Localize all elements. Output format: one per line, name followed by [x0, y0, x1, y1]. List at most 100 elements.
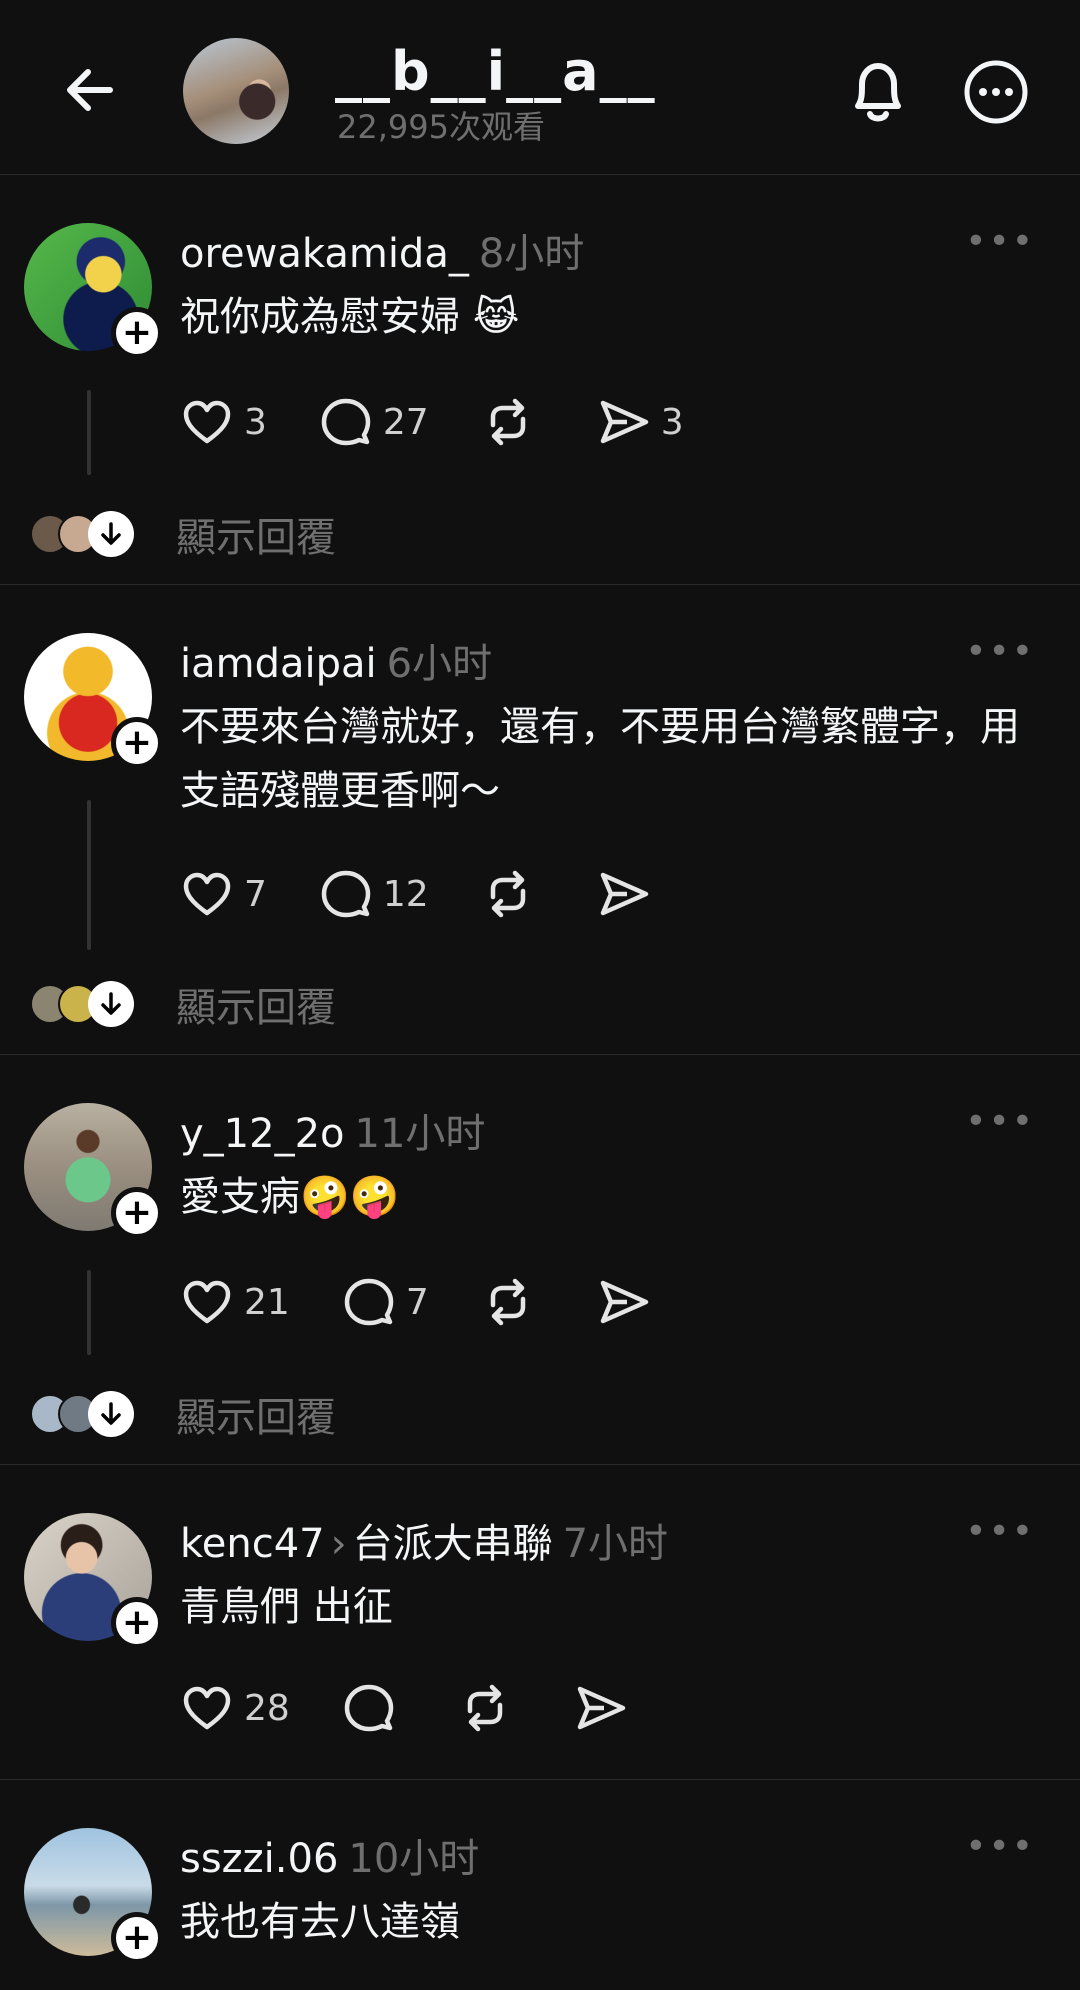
- like-button[interactable]: 21: [180, 1275, 290, 1329]
- more-options-button[interactable]: [962, 58, 1030, 126]
- repost-button[interactable]: [481, 867, 545, 921]
- repost-button[interactable]: [458, 1681, 522, 1735]
- expand-replies-button[interactable]: [88, 511, 134, 557]
- like-button[interactable]: 7: [180, 867, 267, 921]
- post-time: 8小时: [478, 231, 585, 277]
- arrow-down-icon: [101, 1402, 121, 1425]
- like-count: 28: [244, 1687, 290, 1729]
- post-item: + iamdaipai 6小时 ••• 不要來台灣就好，還有，不要用台灣繁體字，用…: [0, 585, 1080, 1055]
- share-button[interactable]: [597, 867, 661, 921]
- comment-icon: [321, 870, 371, 918]
- comment-button[interactable]: [342, 1681, 406, 1735]
- heart-icon: [183, 1280, 231, 1324]
- profile-header: __b__i__a__ 22,995次观看: [0, 0, 1080, 175]
- show-replies-label[interactable]: 顯示回覆: [176, 1385, 336, 1443]
- repost-icon: [490, 398, 525, 446]
- notification-button[interactable]: [846, 58, 910, 126]
- repost-icon: [490, 870, 525, 918]
- repost-icon: [467, 1684, 503, 1732]
- arrow-left-icon: [67, 69, 113, 111]
- post-text: 不要來台灣就好，還有，不要用台灣繁體字，用支語殘體更香啊～: [180, 704, 1020, 814]
- share-count: 3: [660, 401, 684, 443]
- post-time: 11小时: [354, 1111, 486, 1157]
- community-link[interactable]: 台派大串聯: [353, 1521, 553, 1567]
- comment-icon: [344, 1278, 394, 1326]
- comment-icon: [344, 1684, 394, 1732]
- repost-icon: [490, 1278, 525, 1326]
- view-count: 22,995次观看: [337, 108, 545, 146]
- chevron-right-icon: ›: [330, 1521, 347, 1567]
- follow-button[interactable]: +: [111, 717, 163, 769]
- username-link[interactable]: kenc47: [180, 1521, 325, 1567]
- comment-button[interactable]: 7: [342, 1275, 429, 1329]
- send-icon: [600, 872, 648, 916]
- post-time: 6小时: [386, 641, 493, 687]
- post-menu-button[interactable]: •••: [965, 221, 1035, 262]
- post-header: iamdaipai 6小时: [180, 631, 492, 689]
- like-count: 7: [244, 873, 267, 915]
- like-button[interactable]: 28: [180, 1681, 290, 1735]
- follow-button[interactable]: +: [111, 1187, 163, 1239]
- username-link[interactable]: sszzi.06: [180, 1836, 338, 1882]
- post-header: sszzi.06 10小时: [180, 1826, 479, 1884]
- post-text: 青鳥們 出征: [180, 1584, 393, 1630]
- heart-icon: [183, 400, 231, 444]
- username-link[interactable]: y_12_2o: [180, 1111, 345, 1157]
- expand-replies-button[interactable]: [88, 981, 134, 1027]
- comment-count: 7: [405, 1281, 429, 1323]
- comment-count: 12: [382, 873, 429, 915]
- share-button[interactable]: 3: [597, 395, 684, 449]
- post-menu-button[interactable]: •••: [965, 631, 1035, 672]
- repost-button[interactable]: [481, 395, 545, 449]
- arrow-down-icon: [101, 992, 121, 1015]
- post-actions: 3 27 3: [180, 395, 736, 449]
- username-link[interactable]: iamdaipai: [180, 641, 377, 687]
- post-header: kenc47 › 台派大串聯 7小时: [180, 1511, 668, 1569]
- post-menu-button[interactable]: •••: [965, 1101, 1035, 1142]
- show-replies-row[interactable]: 顯示回覆: [30, 1385, 336, 1443]
- comment-icon: [321, 398, 371, 446]
- show-replies-row[interactable]: 顯示回覆: [30, 505, 336, 563]
- bell-icon: [855, 63, 901, 122]
- post-text: 祝你成為慰安婦 😹: [180, 294, 520, 340]
- like-button[interactable]: 3: [180, 395, 267, 449]
- like-count: 3: [244, 401, 267, 443]
- post-actions: 7 12: [180, 867, 713, 921]
- back-button[interactable]: [60, 60, 120, 120]
- share-button[interactable]: [597, 1275, 661, 1329]
- heart-icon: [183, 872, 231, 916]
- send-icon: [577, 1686, 626, 1730]
- follow-button[interactable]: +: [111, 307, 163, 359]
- send-icon: [600, 1280, 648, 1324]
- post-menu-button[interactable]: •••: [965, 1511, 1035, 1552]
- show-replies-label[interactable]: 顯示回覆: [176, 505, 336, 563]
- thread-line: [87, 390, 91, 475]
- comment-button[interactable]: 27: [319, 395, 429, 449]
- post-time: 7小时: [562, 1521, 669, 1567]
- profile-username: __b__i__a__: [335, 40, 656, 103]
- post-item: + orewakamida_ 8小时 ••• 祝你成為慰安婦 😹 3 27 3 顯…: [0, 175, 1080, 585]
- show-replies-row[interactable]: 顯示回覆: [30, 975, 336, 1033]
- thread-line: [87, 1270, 91, 1355]
- repost-button[interactable]: [481, 1275, 545, 1329]
- profile-avatar[interactable]: [183, 38, 289, 144]
- post-header: y_12_2o 11小时: [180, 1101, 485, 1159]
- post-time: 10小时: [348, 1836, 480, 1882]
- share-button[interactable]: [574, 1681, 638, 1735]
- more-circle-icon: [964, 60, 1028, 124]
- comment-button[interactable]: 12: [319, 867, 429, 921]
- post-actions: 28: [180, 1681, 690, 1735]
- post-item: + y_12_2o 11小时 ••• 愛支病🤪🤪 21 7 顯示回覆: [0, 1055, 1080, 1465]
- show-replies-label[interactable]: 顯示回覆: [176, 975, 336, 1033]
- expand-replies-button[interactable]: [88, 1391, 134, 1437]
- post-menu-button[interactable]: •••: [965, 1826, 1035, 1867]
- username-link[interactable]: orewakamida_: [180, 231, 469, 277]
- comment-count: 27: [382, 401, 429, 443]
- post-item: + kenc47 › 台派大串聯 7小时 ••• 青鳥們 出征 28: [0, 1465, 1080, 1780]
- follow-button[interactable]: +: [111, 1597, 163, 1649]
- post-text: 我也有去八達嶺: [180, 1899, 460, 1945]
- post-actions: 21 7: [180, 1275, 713, 1329]
- send-icon: [600, 400, 648, 444]
- heart-icon: [183, 1686, 231, 1730]
- follow-button[interactable]: +: [111, 1912, 163, 1964]
